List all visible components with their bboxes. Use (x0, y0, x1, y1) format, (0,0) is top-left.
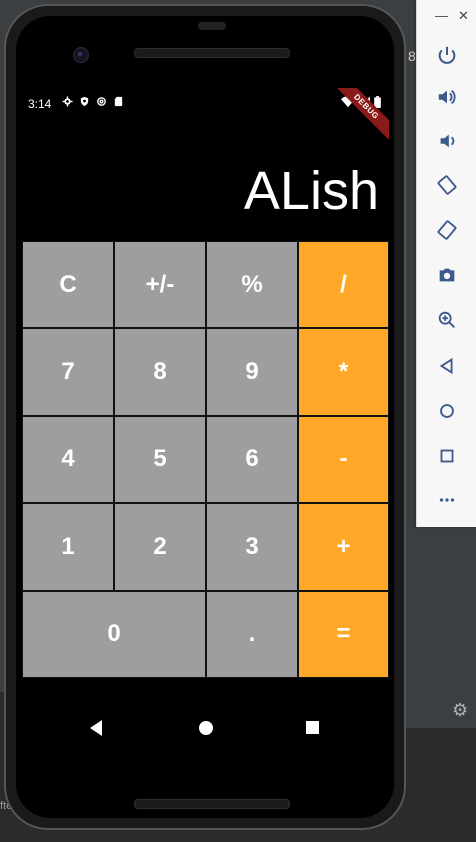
subtract-button[interactable]: - (298, 415, 389, 504)
sync-icon (96, 96, 107, 107)
digit-9-button[interactable]: 9 (206, 328, 298, 416)
rotate-right-icon[interactable] (433, 216, 461, 244)
nav-recent-apps-icon[interactable] (306, 721, 319, 734)
ide-line-digit: 8 (408, 48, 416, 64)
add-button[interactable]: + (298, 503, 389, 591)
bottom-speaker (134, 799, 290, 809)
more-icon[interactable] (433, 486, 461, 514)
digit-1-button[interactable]: 1 (22, 503, 114, 591)
digit-0-button[interactable]: 0 (22, 590, 206, 678)
top-speaker (134, 48, 290, 58)
close-icon[interactable]: ✕ (458, 8, 469, 24)
nav-back-icon[interactable] (90, 720, 102, 736)
home-icon[interactable] (433, 397, 461, 425)
rotate-left-icon[interactable] (433, 171, 461, 199)
front-camera (73, 47, 89, 63)
android-nav-bar (22, 698, 389, 758)
notification-icons (62, 96, 124, 107)
camera-icon[interactable] (433, 261, 461, 289)
status-bar: 3:14 DEBUG (22, 88, 389, 144)
minimize-icon[interactable]: — (435, 8, 448, 23)
zoom-icon[interactable] (433, 306, 461, 334)
percent-button[interactable]: % (206, 241, 298, 329)
calculator-display: ALish (243, 161, 379, 221)
digit-7-button[interactable]: 7 (22, 328, 114, 416)
status-time: 3:14 (28, 97, 52, 111)
emulator-toolbar: — ✕ (416, 0, 476, 527)
digit-6-button[interactable]: 6 (206, 415, 298, 504)
digit-8-button[interactable]: 8 (114, 328, 206, 416)
shield-icon (79, 96, 90, 107)
gear-icon[interactable]: ⚙ (452, 700, 468, 720)
divide-button[interactable]: / (298, 241, 389, 329)
calculator-keypad: C +/- % / 7 8 9 * 4 5 6 - 1 2 3 + 0 . = (22, 241, 389, 678)
sign-toggle-button[interactable]: +/- (114, 241, 206, 329)
sd-card-icon (113, 96, 124, 107)
settings-icon (62, 96, 73, 107)
overview-icon[interactable] (433, 442, 461, 470)
volume-down-icon[interactable] (433, 127, 461, 155)
volume-up-icon[interactable] (433, 83, 461, 111)
power-icon[interactable] (433, 41, 461, 69)
digit-3-button[interactable]: 3 (206, 503, 298, 591)
digit-4-button[interactable]: 4 (22, 415, 114, 504)
back-icon[interactable] (433, 352, 461, 380)
phone-screen: 3:14 DEBUG ALish C +/- % / 7 8 9 * 4 5 6… (22, 88, 389, 764)
digit-5-button[interactable]: 5 (114, 415, 206, 504)
multiply-button[interactable]: * (298, 328, 389, 416)
digit-2-button[interactable]: 2 (114, 503, 206, 591)
nav-home-icon[interactable] (199, 721, 213, 735)
equals-button[interactable]: = (298, 590, 389, 678)
clear-button[interactable]: C (22, 241, 114, 329)
earpiece (198, 22, 226, 30)
decimal-button[interactable]: . (206, 590, 298, 678)
